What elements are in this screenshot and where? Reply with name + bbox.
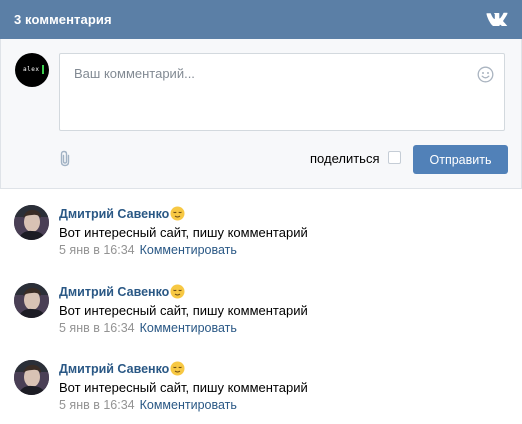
current-user-avatar[interactable]: alex	[15, 53, 49, 87]
comment-author-link[interactable]: Дмитрий Савенко	[59, 362, 169, 376]
comment-input[interactable]	[60, 54, 504, 130]
comment-text: Вот интересный сайт, пишу комментарий	[59, 303, 308, 318]
vk-logo-icon[interactable]	[486, 12, 508, 26]
comment-author-link[interactable]: Дмитрий Савенко	[59, 285, 169, 299]
comment-item: Дмитрий Савенко Вот интересный сайт, пиш…	[0, 266, 522, 336]
relieved-face-emoji	[170, 361, 185, 376]
comment-date-link[interactable]: 5 янв в 16:34	[59, 243, 135, 257]
reply-link[interactable]: Комментировать	[140, 321, 237, 335]
share-label: поделиться	[310, 151, 380, 166]
relieved-face-emoji	[170, 284, 185, 299]
author-avatar[interactable]	[14, 360, 49, 395]
comment-meta: 5 янв в 16:34 Комментировать	[59, 321, 237, 335]
send-button[interactable]: Отправить	[413, 145, 508, 174]
comment-meta: 5 янв в 16:34 Комментировать	[59, 243, 237, 257]
paperclip-icon[interactable]	[58, 150, 72, 167]
comments-widget: 3 комментария alex поделиться Отправить	[0, 0, 522, 424]
relieved-face-emoji	[170, 206, 185, 221]
comment-item: Дмитрий Савенко Вот интересный сайт, пиш…	[0, 343, 522, 413]
comments-count-title: 3 комментария	[14, 12, 112, 27]
comment-date-link[interactable]: 5 янв в 16:34	[59, 398, 135, 412]
avatar-cursor-bar	[42, 65, 44, 74]
comment-meta: 5 янв в 16:34 Комментировать	[59, 398, 237, 412]
comment-date-link[interactable]: 5 янв в 16:34	[59, 321, 135, 335]
reply-link[interactable]: Комментировать	[140, 398, 237, 412]
comment-text: Вот интересный сайт, пишу комментарий	[59, 380, 308, 395]
share-checkbox[interactable]	[388, 151, 401, 164]
widget-header: 3 комментария	[0, 0, 522, 39]
reply-link[interactable]: Комментировать	[140, 243, 237, 257]
avatar-text: alex	[23, 66, 40, 73]
comment-author-link[interactable]: Дмитрий Савенко	[59, 207, 169, 221]
comment-input-box[interactable]	[59, 53, 505, 131]
author-avatar[interactable]	[14, 205, 49, 240]
author-avatar[interactable]	[14, 283, 49, 318]
comment-item: Дмитрий Савенко Вот интересный сайт, пиш…	[0, 188, 522, 258]
compose-panel: alex поделиться Отправить	[0, 39, 522, 189]
smile-icon[interactable]	[477, 66, 494, 83]
comment-text: Вот интересный сайт, пишу комментарий	[59, 225, 308, 240]
